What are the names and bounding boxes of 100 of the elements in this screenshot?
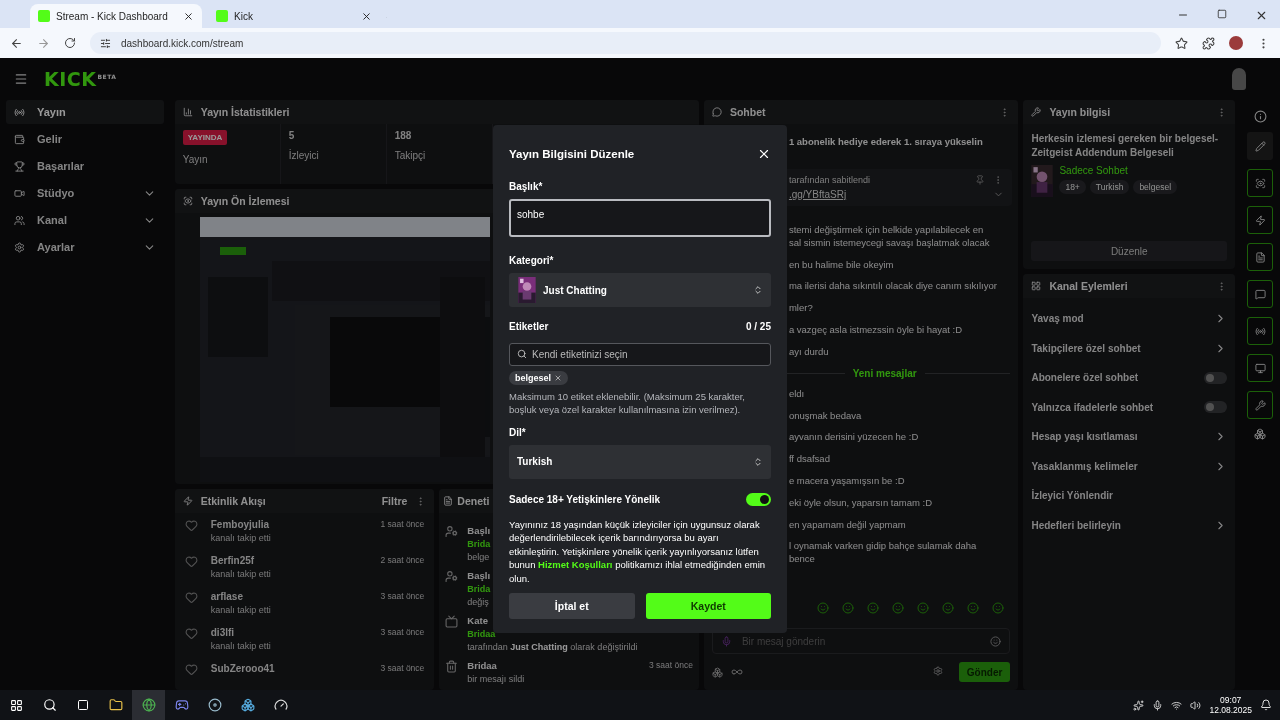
channel-action[interactable]: Abonelere özel sohbet <box>1023 363 1236 393</box>
filter-link[interactable]: Filtre <box>381 495 408 507</box>
stat-label: Takipçi <box>394 150 427 161</box>
chat-message: ayvanın derisini yüzecen he :D <box>788 431 919 445</box>
settings-icon[interactable] <box>932 666 943 676</box>
search-icon[interactable] <box>42 698 57 712</box>
app-icon[interactable] <box>240 698 255 712</box>
category-select[interactable]: Just Chatting <box>509 273 771 307</box>
terms-link[interactable]: Hizmet Koşulları <box>538 559 613 571</box>
panel-toggle-button[interactable] <box>1247 243 1274 271</box>
sidebar-item[interactable]: Yayın <box>6 100 164 124</box>
event-user: arflase <box>210 591 243 602</box>
save-button[interactable]: Kaydet <box>645 593 771 619</box>
panel-title: Yayın bilgisi <box>1049 106 1112 118</box>
channel-action[interactable]: Takipçilere özel sohbet <box>1023 333 1236 363</box>
log-detail: değiş <box>467 597 489 607</box>
sidebar-item[interactable]: Gelir <box>6 127 164 151</box>
stat-label: Yayın <box>182 154 209 165</box>
reload-icon[interactable] <box>64 37 76 49</box>
extensions-icon[interactable] <box>1202 36 1215 50</box>
preview-icon <box>182 196 193 206</box>
edit-button[interactable] <box>1247 132 1274 160</box>
chat-message: ma ilerisi daha sıkıntılı olacak diye canım sıkılıyor <box>788 280 997 294</box>
panel-toggle-button[interactable] <box>1247 354 1274 382</box>
mic-icon[interactable] <box>1152 699 1164 711</box>
emote-icon[interactable] <box>892 602 905 614</box>
title-field[interactable]: sohbe <box>509 199 771 237</box>
panel-toggle-button[interactable] <box>1247 317 1274 345</box>
panel-toggle-button[interactable] <box>1247 280 1274 308</box>
sidebar-item[interactable]: Başarılar <box>6 154 164 178</box>
notification-icon[interactable] <box>1260 699 1272 711</box>
maximize-icon[interactable] <box>1217 9 1227 19</box>
emote-icon[interactable] <box>992 602 1005 614</box>
field-label: Dil* <box>509 426 527 438</box>
language-select[interactable]: Turkish <box>509 444 771 479</box>
remove-tag-button[interactable] <box>554 374 563 382</box>
panel-toggle-button[interactable] <box>1247 206 1274 234</box>
kick-logo[interactable]: KICK$^{BETA}$ <box>44 68 117 90</box>
settings-icon <box>14 241 25 253</box>
tray-icon[interactable] <box>1133 699 1145 711</box>
event-time: 3 saat önce <box>380 591 425 601</box>
address-bar[interactable]: dashboard.kick.com/stream <box>90 32 1161 54</box>
edit-button[interactable]: Düzenle <box>1031 241 1228 261</box>
toggle-switch[interactable] <box>1204 401 1228 414</box>
emote-icon[interactable] <box>917 602 930 614</box>
chat-message: ayı durdu <box>788 345 829 359</box>
task-view-icon[interactable] <box>76 699 89 711</box>
tag-search-field[interactable]: Kendi etiketinizi seçin <box>509 343 771 366</box>
cancel-button[interactable]: İptal et <box>509 593 635 619</box>
tag: belgesel <box>1133 180 1178 194</box>
profile-avatar[interactable] <box>1229 36 1243 50</box>
emote-icon[interactable] <box>967 602 980 614</box>
panel-title: Yayın Ön İzlemesi <box>200 195 291 207</box>
emote-icon[interactable] <box>867 602 880 614</box>
bookmark-icon[interactable] <box>1175 36 1188 50</box>
event-time: 1 saat önce <box>380 519 425 529</box>
emote-icon[interactable] <box>842 602 855 614</box>
channel-action[interactable]: Yasaklanmış kelimeler <box>1023 451 1236 481</box>
channel-action[interactable]: Hedefleri belirleyin <box>1023 510 1236 540</box>
sidebar-item[interactable]: Kanal <box>6 208 164 232</box>
log-detail: bir mesajı sildi <box>467 674 525 684</box>
close-icon[interactable] <box>1255 9 1268 22</box>
forward-icon[interactable] <box>37 36 50 50</box>
emoji-icon[interactable] <box>990 635 1002 647</box>
log-detail: belge <box>467 552 490 562</box>
close-button[interactable] <box>757 147 771 161</box>
emote-icon[interactable] <box>942 602 955 614</box>
pin-icon[interactable] <box>975 175 986 185</box>
browser-tab[interactable]: Stream - Kick Dashboard <box>30 4 202 28</box>
tag-chip: belgesel <box>509 371 569 385</box>
pencil-icon <box>1254 140 1266 152</box>
volume-icon[interactable] <box>1190 699 1202 711</box>
wrench-icon <box>1254 399 1266 411</box>
browser-icon[interactable] <box>141 698 156 712</box>
stream-title: Herkesin izlemesi gereken bir belgesel-Zeitgeist Addendum Belgeseli <box>1030 132 1220 160</box>
mic-icon <box>720 635 732 647</box>
info-icon[interactable] <box>1253 110 1267 123</box>
menu-icon[interactable] <box>14 72 28 86</box>
sidebar-item[interactable]: Stüdyo <box>6 181 164 205</box>
folder-icon[interactable] <box>108 698 123 712</box>
mature-toggle[interactable] <box>746 492 771 506</box>
user-avatar[interactable] <box>1232 68 1246 90</box>
back-icon[interactable] <box>10 36 23 50</box>
pinned-link[interactable]: .gg/YBftaSRj <box>788 189 847 200</box>
channel-action[interactable]: Hesap yaşı kısıtlaması <box>1023 422 1236 452</box>
event-action: kanalı takip etti <box>210 641 271 651</box>
channel-action[interactable]: İzleyici Yönlendir <box>1023 481 1236 511</box>
site-settings-icon <box>100 37 111 49</box>
emote-icon[interactable] <box>817 602 830 614</box>
browser-tab[interactable]: Kick <box>208 4 380 28</box>
network-icon[interactable] <box>1171 699 1183 711</box>
tag-count: 0 / 25 <box>745 321 771 332</box>
channel-action[interactable]: Yavaş mod <box>1023 304 1236 334</box>
panel-toggle-button[interactable] <box>1247 391 1274 419</box>
channel-action[interactable]: Yalnızca ifadelerle sohbet <box>1023 392 1236 422</box>
panel-toggle-button[interactable] <box>1247 169 1274 197</box>
sidebar-item[interactable]: Ayarlar <box>6 235 164 259</box>
toggle-switch[interactable] <box>1204 371 1228 384</box>
category-name[interactable]: Sadece Sohbet <box>1059 165 1128 176</box>
bolt-icon <box>182 496 193 506</box>
